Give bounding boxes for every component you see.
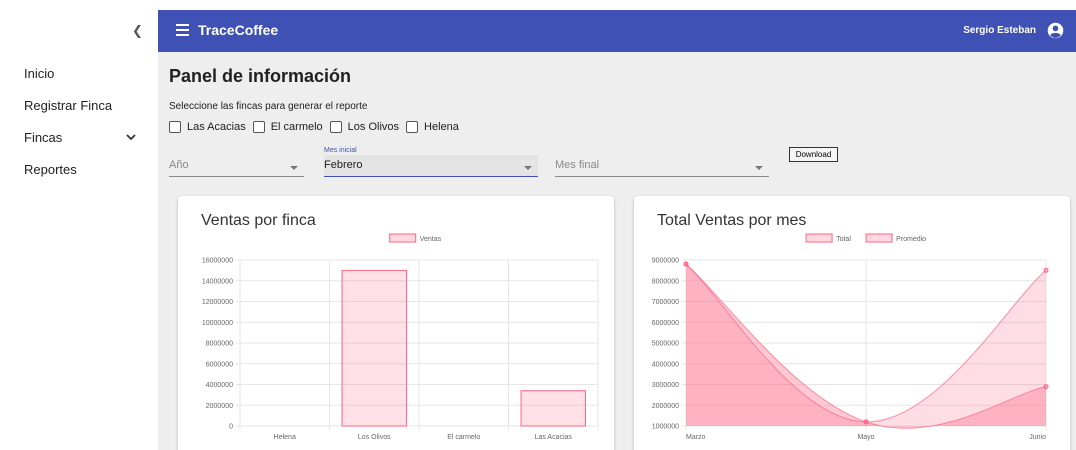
y-tick-label: 6000000 bbox=[652, 320, 679, 327]
x-tick-label: El carmelo bbox=[447, 434, 480, 441]
farm-checkbox-el-carmelo[interactable]: El carmelo bbox=[252, 121, 323, 133]
x-tick-label: Junio bbox=[1029, 434, 1046, 441]
sales-by-farm-chart: 16000000 14000000 12000000 10000000 8000000 6… bbox=[202, 233, 599, 441]
sales-by-month-card: Total Ventas por mes 9000000 8000000 70000… bbox=[634, 196, 1070, 450]
farm-checkbox-label: Helena bbox=[424, 121, 459, 133]
data-point bbox=[1043, 267, 1049, 273]
x-tick-label: Helena bbox=[274, 434, 296, 441]
checkbox-icon[interactable] bbox=[252, 121, 265, 133]
end-month-select[interactable]: Mes final bbox=[555, 155, 769, 177]
account-circle-icon[interactable] bbox=[1047, 22, 1064, 39]
x-tick-label: Mayo bbox=[857, 434, 874, 441]
checkbox-icon[interactable] bbox=[169, 121, 181, 133]
x-tick-label: Los Olivos bbox=[358, 434, 391, 441]
legend-swatch bbox=[805, 233, 833, 243]
sales-by-month-chart: 9000000 8000000 7000000 6000000 5000000 40000… bbox=[652, 233, 1049, 441]
end-month-placeholder: Mes final bbox=[555, 159, 600, 171]
chevron-left-icon[interactable]: ❮ bbox=[132, 24, 143, 39]
y-tick-label: 12000000 bbox=[202, 299, 233, 306]
y-tick-label: 14000000 bbox=[202, 278, 233, 285]
y-tick-label: 2000000 bbox=[652, 403, 679, 410]
y-tick-label: 5000000 bbox=[652, 341, 679, 348]
legend-swatch bbox=[865, 233, 893, 243]
data-point bbox=[863, 419, 869, 425]
year-select-placeholder: Año bbox=[169, 159, 189, 171]
y-tick-label: 16000000 bbox=[202, 258, 233, 265]
dropdown-arrow-icon bbox=[524, 166, 532, 170]
download-button[interactable]: Download bbox=[789, 147, 838, 162]
start-month-value: Febrero bbox=[324, 159, 363, 171]
y-tick-label: 10000000 bbox=[202, 320, 233, 327]
y-tick-label: 7000000 bbox=[652, 299, 679, 306]
bar bbox=[341, 269, 407, 427]
farm-checkbox-label: Las Acacias bbox=[187, 121, 246, 133]
year-select[interactable]: Año bbox=[169, 155, 304, 177]
y-tick-label: 8000000 bbox=[206, 341, 233, 348]
sidebar-item-fincas[interactable]: Fincas bbox=[24, 130, 62, 145]
dropdown-arrow-icon bbox=[755, 166, 763, 170]
y-tick-label: 4000000 bbox=[652, 361, 679, 368]
legend-label: Promedio bbox=[896, 236, 926, 243]
data-point bbox=[683, 261, 689, 267]
app-bar: TraceCoffee Sergio Esteban bbox=[158, 10, 1076, 52]
x-tick-label: Marzo bbox=[686, 434, 706, 441]
x-tick-label: Las Acacias bbox=[535, 434, 573, 441]
legend-label: Total bbox=[836, 236, 851, 243]
y-tick-label: 8000000 bbox=[652, 278, 679, 285]
data-point bbox=[1043, 384, 1049, 390]
sales-by-farm-card: Ventas por finca 16000000 14000000 1200000… bbox=[178, 196, 614, 450]
y-tick-label: 6000000 bbox=[206, 361, 233, 368]
farm-checkbox-las-acacias[interactable]: Las Acacias bbox=[169, 121, 246, 133]
legend-label: Ventas bbox=[420, 236, 442, 243]
main-panel: TraceCoffee Sergio Esteban Panel de info… bbox=[158, 10, 1076, 450]
page-title: Panel de información bbox=[169, 66, 352, 86]
y-tick-label: 1000000 bbox=[652, 424, 679, 431]
y-tick-label: 9000000 bbox=[652, 258, 679, 265]
menu-icon[interactable] bbox=[176, 24, 189, 36]
farm-checkbox-label: El carmelo bbox=[270, 121, 323, 133]
y-tick-label: 4000000 bbox=[206, 382, 233, 389]
sidebar-item-registrar-finca[interactable]: Registrar Finca bbox=[24, 98, 112, 113]
y-tick-label: 3000000 bbox=[652, 382, 679, 389]
farm-checkbox-los-olivos[interactable]: Los Olivos bbox=[329, 121, 400, 133]
y-tick-label: 0 bbox=[229, 424, 233, 431]
checkbox-icon[interactable] bbox=[406, 121, 419, 133]
dropdown-arrow-icon bbox=[290, 166, 298, 170]
checkbox-icon[interactable] bbox=[329, 121, 342, 133]
start-month-select[interactable]: Febrero bbox=[324, 155, 538, 177]
chevron-down-icon[interactable] bbox=[124, 130, 138, 144]
sidebar: ❮ Inicio Registrar Finca Fincas Reportes bbox=[0, 0, 158, 450]
user-name[interactable]: Sergio Esteban bbox=[963, 25, 1036, 36]
bar bbox=[520, 390, 586, 427]
app-title: TraceCoffee bbox=[198, 22, 279, 38]
farm-checkbox-group: Las Acacias El carmelo Los Olivos Helena bbox=[169, 121, 466, 133]
report-instruction: Seleccione las fincas para generar el re… bbox=[169, 101, 368, 112]
y-tick-label: 2000000 bbox=[206, 403, 233, 410]
legend-swatch bbox=[389, 233, 417, 243]
farm-checkbox-label: Los Olivos bbox=[347, 121, 400, 133]
start-month-label: Mes inicial bbox=[324, 147, 357, 154]
sidebar-item-inicio[interactable]: Inicio bbox=[24, 66, 54, 81]
farm-checkbox-helena[interactable]: Helena bbox=[406, 121, 459, 133]
sidebar-header: ❮ bbox=[0, 0, 158, 52]
sidebar-item-reportes[interactable]: Reportes bbox=[24, 162, 77, 177]
